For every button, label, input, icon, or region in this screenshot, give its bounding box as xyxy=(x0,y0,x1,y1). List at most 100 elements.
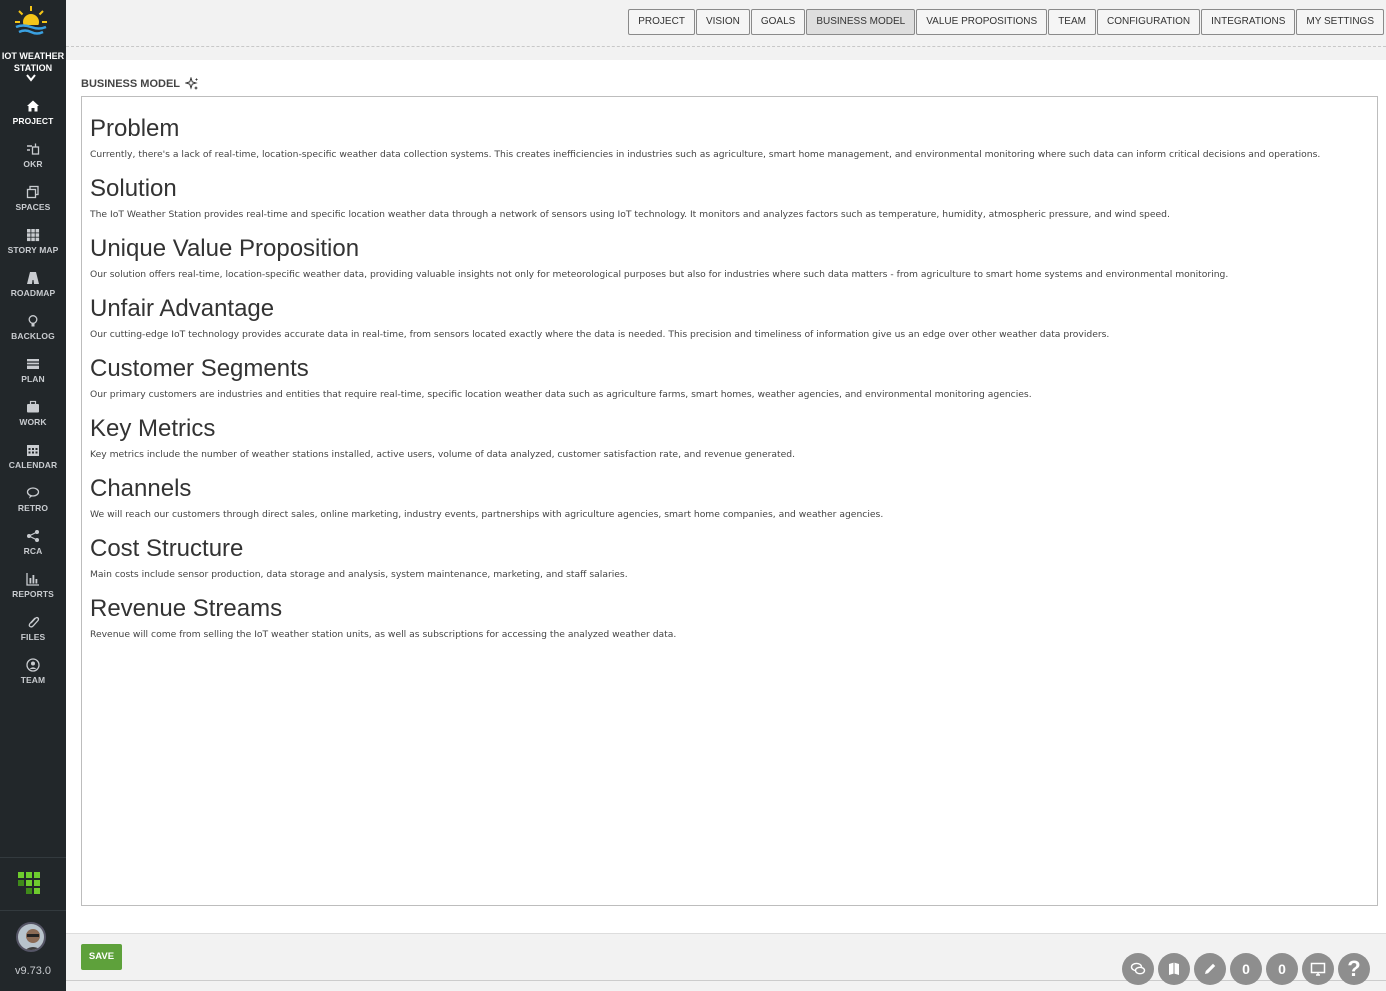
sidebar-item-backlog[interactable]: BACKLOG xyxy=(0,310,66,353)
tab-team[interactable]: TEAM xyxy=(1048,9,1096,35)
sidebar-item-label: RCA xyxy=(23,546,43,556)
team-icon xyxy=(26,658,40,672)
chat-icon xyxy=(1130,962,1146,975)
sidebar-item-label: SPACES xyxy=(15,202,51,212)
bar-chart-icon xyxy=(26,573,39,586)
section-heading: Revenue Streams xyxy=(90,595,283,622)
section-cost-structure: Cost Structure Main costs include sensor… xyxy=(90,535,1369,581)
section-revenue-streams: Revenue Streams Revenue will come from s… xyxy=(90,595,1369,641)
sidebar-divider xyxy=(0,857,66,858)
page-title: BUSINESS MODEL xyxy=(81,77,199,91)
ai-sparkle-icon[interactable] xyxy=(185,77,199,91)
tab-goals[interactable]: GOALS xyxy=(750,9,806,35)
section-text: Key metrics include the number of weathe… xyxy=(90,449,796,460)
sidebar-item-label: BACKLOG xyxy=(11,331,55,341)
sidebar-item-label: ROADMAP xyxy=(10,288,56,298)
section-problem: Problem Currently, there's a lack of rea… xyxy=(90,115,1369,161)
sidebar-item-label: REPORTS xyxy=(12,589,54,599)
section-heading: Channels xyxy=(90,475,192,502)
top-tabs: PROJECT VISION GOALS BUSINESS MODEL VALU… xyxy=(627,9,1384,35)
sidebar: IOT WEATHER STATION PROJECT OKR SPACES S… xyxy=(0,0,66,991)
section-heading: Customer Segments xyxy=(90,355,309,382)
sidebar-item-label: RETRO xyxy=(17,503,49,513)
pencil-icon xyxy=(1205,963,1216,974)
sidebar-item-reports[interactable]: REPORTS xyxy=(0,568,66,611)
sidebar-nav: PROJECT OKR SPACES STORY MAP ROADMAP BAC… xyxy=(0,95,66,697)
sidebar-item-team[interactable]: TEAM xyxy=(0,654,66,697)
tab-business-model[interactable]: BUSINESS MODEL xyxy=(806,9,916,35)
section-text: Our primary customers are industries and… xyxy=(90,389,1032,400)
section-text: Main costs include sensor production, da… xyxy=(90,569,628,580)
help-button[interactable]: ? xyxy=(1338,953,1370,985)
tab-my-settings[interactable]: MY SETTINGS xyxy=(1296,9,1384,35)
section-unique-value-proposition: Unique Value Proposition Our solution of… xyxy=(90,235,1369,281)
page-title-text: BUSINESS MODEL xyxy=(81,78,181,90)
section-text: Currently, there's a lack of real-time, … xyxy=(90,149,1321,160)
project-name[interactable]: IOT WEATHER STATION xyxy=(0,50,66,74)
sidebar-divider xyxy=(0,910,66,911)
chat-button[interactable] xyxy=(1122,953,1154,985)
screen-button[interactable] xyxy=(1302,953,1334,985)
section-heading: Unique Value Proposition xyxy=(90,235,360,262)
avatar[interactable] xyxy=(16,922,46,952)
section-heading: Unfair Advantage xyxy=(90,295,275,322)
message-count-badge[interactable]: 0 xyxy=(1266,953,1298,985)
sidebar-item-label: FILES xyxy=(20,632,46,642)
section-heading: Problem xyxy=(90,115,180,142)
chevron-down-icon[interactable] xyxy=(26,74,36,82)
section-text: Revenue will come from selling the IoT w… xyxy=(90,629,677,640)
section-heading: Cost Structure xyxy=(90,535,244,562)
sidebar-item-label: WORK xyxy=(19,417,47,427)
chat-bubble-icon xyxy=(26,487,40,499)
tab-integrations[interactable]: INTEGRATIONS xyxy=(1201,9,1296,35)
story-map-icon xyxy=(27,229,40,242)
section-heading: Key Metrics xyxy=(90,415,216,442)
main-panel: BUSINESS MODEL Problem Currently, there'… xyxy=(66,60,1386,933)
sidebar-item-label: STORY MAP xyxy=(7,245,59,255)
sidebar-item-label: PLAN xyxy=(21,374,45,384)
section-text: Our cutting-edge IoT technology provides… xyxy=(90,329,1110,340)
lightbulb-icon xyxy=(28,315,38,327)
roadmap-icon xyxy=(27,272,39,284)
edit-button[interactable] xyxy=(1194,953,1226,985)
sidebar-item-rca[interactable]: RCA xyxy=(0,525,66,568)
sun-logo-icon[interactable] xyxy=(14,4,48,38)
section-unfair-advantage: Unfair Advantage Our cutting-edge IoT te… xyxy=(90,295,1369,341)
sidebar-item-story-map[interactable]: STORY MAP xyxy=(0,224,66,267)
sidebar-item-label: OKR xyxy=(23,159,43,169)
section-heading: Solution xyxy=(90,175,177,202)
plan-icon xyxy=(27,359,39,369)
sidebar-item-retro[interactable]: RETRO xyxy=(0,482,66,525)
user-avatar-icon xyxy=(18,924,44,950)
sidebar-item-files[interactable]: FILES xyxy=(0,611,66,654)
save-button[interactable]: SAVE xyxy=(81,944,122,970)
apps-grid-icon[interactable] xyxy=(18,870,44,896)
sidebar-item-label: PROJECT xyxy=(12,116,54,126)
sidebar-item-project[interactable]: PROJECT xyxy=(0,95,66,138)
section-channels: Channels We will reach our customers thr… xyxy=(90,475,1369,521)
briefcase-icon xyxy=(27,400,39,413)
paperclip-icon xyxy=(28,616,40,628)
share-icon xyxy=(27,530,39,542)
floating-action-bar: 0 0 ? xyxy=(1122,953,1374,985)
sidebar-item-calendar[interactable]: CALENDAR xyxy=(0,439,66,482)
tab-value-propositions[interactable]: VALUE PROPOSITIONS xyxy=(916,9,1048,35)
book-icon xyxy=(1169,962,1179,975)
tab-project[interactable]: PROJECT xyxy=(628,9,695,35)
sidebar-item-okr[interactable]: OKR xyxy=(0,138,66,181)
sidebar-item-plan[interactable]: PLAN xyxy=(0,353,66,396)
tab-vision[interactable]: VISION xyxy=(695,9,750,35)
spaces-icon xyxy=(26,185,39,199)
section-text: We will reach our customers through dire… xyxy=(90,509,884,520)
section-solution: Solution The IoT Weather Station provide… xyxy=(90,175,1369,221)
business-model-editor[interactable]: Problem Currently, there's a lack of rea… xyxy=(81,96,1378,906)
sidebar-item-work[interactable]: WORK xyxy=(0,396,66,439)
section-key-metrics: Key Metrics Key metrics include the numb… xyxy=(90,415,1369,461)
book-button[interactable] xyxy=(1158,953,1190,985)
sidebar-item-spaces[interactable]: SPACES xyxy=(0,181,66,224)
notification-count-badge[interactable]: 0 xyxy=(1230,953,1262,985)
calendar-icon xyxy=(27,445,39,456)
header-divider xyxy=(66,46,1386,47)
tab-configuration[interactable]: CONFIGURATION xyxy=(1096,9,1201,35)
sidebar-item-roadmap[interactable]: ROADMAP xyxy=(0,267,66,310)
